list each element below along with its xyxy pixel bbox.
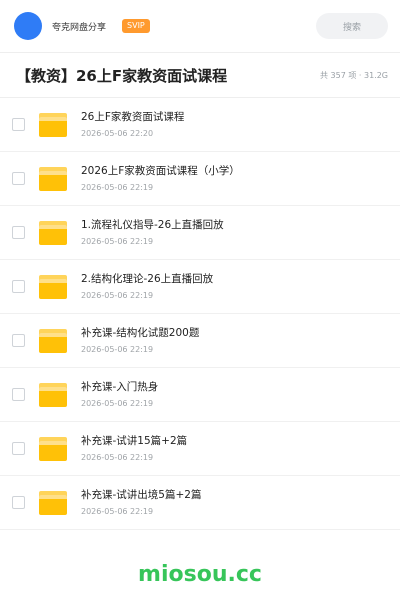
file-list: 26上F家教资面试课程 2026-05-06 22:20 2026上F家教资面试课… — [0, 98, 400, 530]
file-date: 2026-05-06 22:19 — [81, 236, 154, 246]
file-name: 2026上F家教资面试课程（小学） — [81, 164, 240, 177]
list-item[interactable]: 1.流程礼仪指导-26上直播回放 2026-05-06 22:19 — [0, 206, 400, 260]
file-name: 补充课-试讲出境5篇+2篇 — [81, 488, 202, 501]
folder-icon — [39, 112, 67, 137]
file-date: 2026-05-06 22:19 — [81, 290, 154, 300]
file-name: 26上F家教资面试课程 — [81, 110, 185, 123]
file-date: 2026-05-06 22:20 — [81, 128, 154, 138]
search-button[interactable]: 搜索 — [316, 13, 388, 39]
file-date: 2026-05-06 22:19 — [81, 452, 154, 462]
list-item[interactable]: 2.结构化理论-26上直播回放 2026-05-06 22:19 — [0, 260, 400, 314]
file-name: 补充课-结构化试题200题 — [81, 326, 200, 339]
list-item[interactable]: 补充课-结构化试题200题 2026-05-06 22:19 — [0, 314, 400, 368]
list-item[interactable]: 2026上F家教资面试课程（小学） 2026-05-06 22:19 — [0, 152, 400, 206]
select-checkbox[interactable] — [12, 334, 25, 347]
list-item[interactable]: 补充课-试讲15篇+2篇 2026-05-06 22:19 — [0, 422, 400, 476]
folder-icon — [39, 382, 67, 407]
folder-icon — [39, 490, 67, 515]
folder-icon — [39, 328, 67, 353]
header: 夸克网盘分享 SVIP 搜索 — [0, 0, 400, 52]
list-item[interactable]: 26上F家教资面试课程 2026-05-06 22:20 — [0, 98, 400, 152]
list-item[interactable]: 补充课-试讲出境5篇+2篇 2026-05-06 22:19 — [0, 476, 400, 530]
list-item[interactable]: 补充课-入门热身 2026-05-06 22:19 — [0, 368, 400, 422]
file-date: 2026-05-06 22:19 — [81, 398, 154, 408]
folder-icon — [39, 274, 67, 299]
select-checkbox[interactable] — [12, 388, 25, 401]
file-name: 补充课-入门热身 — [81, 380, 159, 393]
select-checkbox[interactable] — [12, 172, 25, 185]
file-name: 补充课-试讲15篇+2篇 — [81, 434, 188, 447]
select-checkbox[interactable] — [12, 496, 25, 509]
file-name: 2.结构化理论-26上直播回放 — [81, 272, 214, 285]
select-checkbox[interactable] — [12, 442, 25, 455]
user-name: 夸克网盘分享 — [52, 22, 107, 33]
file-date: 2026-05-06 22:19 — [81, 506, 154, 516]
watermark: miosou.cc — [138, 562, 262, 587]
folder-icon — [39, 166, 67, 191]
share-meta: 共 357 项 · 31.2G — [320, 70, 388, 80]
share-title-bar: 【教资】26上F家教资面试课程 共 357 项 · 31.2G — [0, 52, 400, 98]
page-title: 【教资】26上F家教资面试课程 — [16, 66, 228, 85]
file-date: 2026-05-06 22:19 — [81, 344, 154, 354]
folder-icon — [39, 220, 67, 245]
select-checkbox[interactable] — [12, 226, 25, 239]
share-page: 夸克网盘分享 SVIP 搜索 【教资】26上F家教资面试课程 共 357 项 ·… — [0, 0, 400, 600]
avatar[interactable] — [14, 12, 42, 40]
select-checkbox[interactable] — [12, 118, 25, 131]
file-name: 1.流程礼仪指导-26上直播回放 — [81, 218, 224, 231]
file-date: 2026-05-06 22:19 — [81, 182, 154, 192]
svip-badge: SVIP — [122, 19, 150, 33]
folder-icon — [39, 436, 67, 461]
select-checkbox[interactable] — [12, 280, 25, 293]
